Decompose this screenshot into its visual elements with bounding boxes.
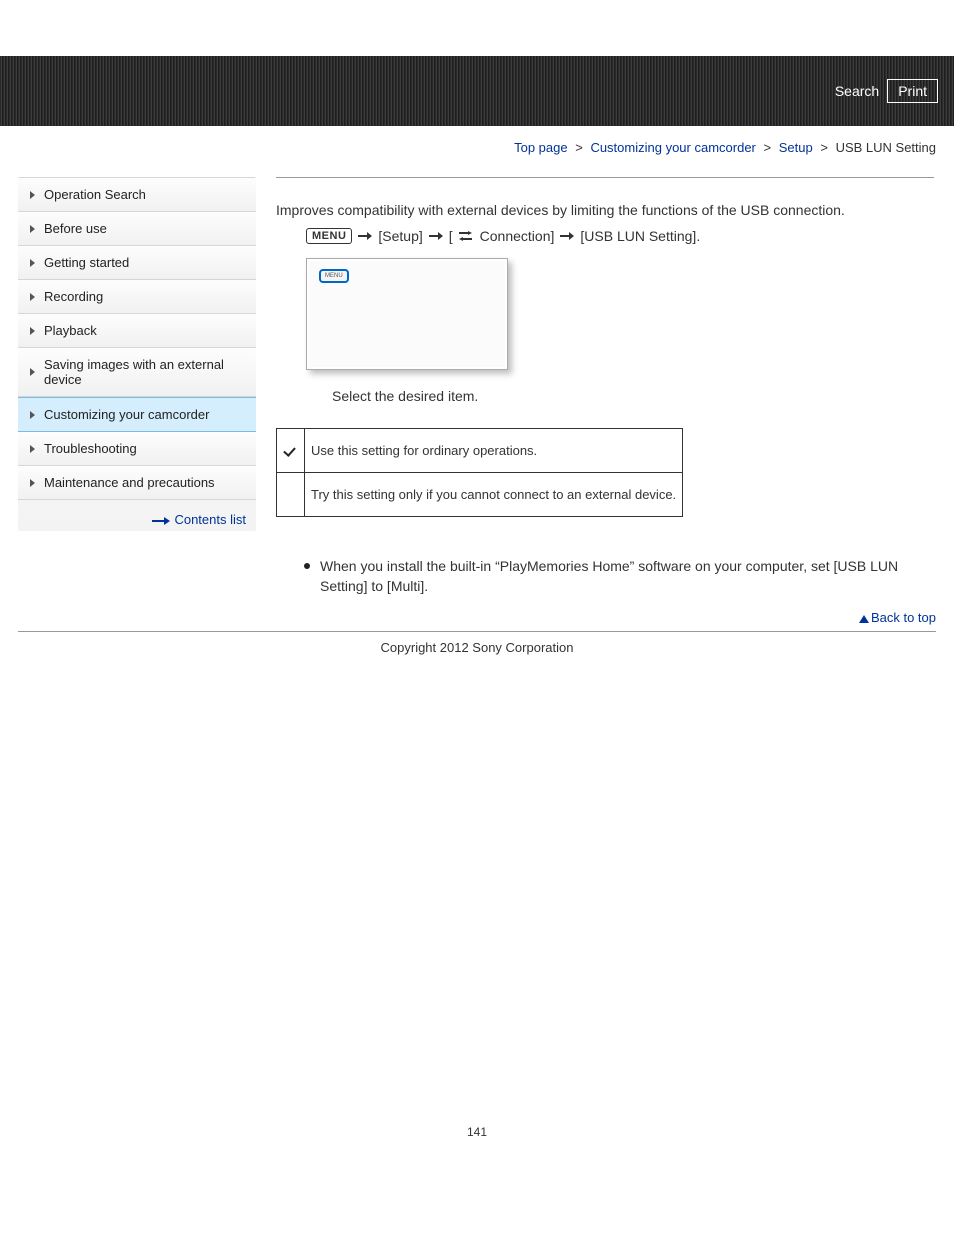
breadcrumb-link-customizing[interactable]: Customizing your camcorder — [590, 140, 755, 155]
sidebar-item-customizing[interactable]: Customizing your camcorder — [18, 397, 256, 432]
breadcrumb-link-top[interactable]: Top page — [514, 140, 568, 155]
back-to-top-row: Back to top — [0, 604, 954, 629]
sidebar-item-label: Operation Search — [44, 187, 146, 202]
setting-icon-cell — [277, 473, 305, 517]
chevron-right-icon — [30, 191, 35, 199]
path-connection-prefix: [ — [449, 228, 453, 244]
sidebar-item-label: Playback — [44, 323, 97, 338]
table-row: Use this setting for ordinary operations… — [277, 429, 683, 473]
menu-path: MENU [Setup] [ Connection] [USB LUN Setti… — [276, 228, 934, 244]
search-link[interactable]: Search — [835, 83, 879, 99]
sidebar-item-recording[interactable]: Recording — [18, 280, 256, 314]
chevron-right-icon — [30, 259, 35, 267]
sidebar-item-label: Troubleshooting — [44, 441, 137, 456]
default-setting-cell — [277, 429, 305, 473]
arrow-right-icon — [560, 232, 574, 240]
chevron-right-icon — [30, 368, 35, 376]
sidebar-item-before-use[interactable]: Before use — [18, 212, 256, 246]
chevron-right-icon — [30, 411, 35, 419]
main-content: Improves compatibility with external dev… — [276, 177, 936, 604]
sidebar-item-label: Saving images with an external device — [44, 357, 224, 387]
arrow-right-icon — [152, 518, 170, 524]
arrow-right-icon — [429, 232, 443, 240]
sidebar-item-label: Maintenance and precautions — [44, 475, 215, 490]
chevron-right-icon — [30, 445, 35, 453]
print-button[interactable]: Print — [887, 79, 938, 103]
check-icon — [284, 445, 298, 455]
page-number: 141 — [0, 695, 954, 1159]
contents-list-row: Contents list — [18, 500, 256, 531]
note-item: When you install the built-in “PlayMemor… — [304, 557, 934, 596]
note-text: When you install the built-in “PlayMemor… — [320, 557, 934, 596]
setting-description: Try this setting only if you cannot conn… — [305, 473, 683, 517]
contents-list-link[interactable]: Contents list — [174, 512, 246, 527]
breadcrumb-link-setup[interactable]: Setup — [779, 140, 813, 155]
menu-button-icon: MENU — [306, 228, 352, 244]
connection-icon — [459, 231, 472, 242]
sidebar-item-maintenance[interactable]: Maintenance and precautions — [18, 466, 256, 500]
sidebar-item-label: Getting started — [44, 255, 129, 270]
sidebar-item-playback[interactable]: Playback — [18, 314, 256, 348]
breadcrumb: Top page > Customizing your camcorder > … — [0, 126, 954, 177]
sidebar-item-troubleshooting[interactable]: Troubleshooting — [18, 432, 256, 466]
triangle-up-icon — [859, 615, 869, 623]
chevron-right-icon — [30, 327, 35, 335]
path-final: [USB LUN Setting]. — [580, 228, 700, 244]
sidebar-item-getting-started[interactable]: Getting started — [18, 246, 256, 280]
intro-text: Improves compatibility with external dev… — [276, 202, 934, 218]
arrow-right-icon — [358, 232, 372, 240]
notes-list: When you install the built-in “PlayMemor… — [276, 557, 934, 596]
path-setup: [Setup] — [378, 228, 422, 244]
back-to-top-link[interactable]: Back to top — [871, 610, 936, 625]
breadcrumb-sep: > — [764, 140, 772, 155]
sidebar-item-label: Customizing your camcorder — [44, 407, 209, 422]
sidebar: Operation Search Before use Getting star… — [18, 177, 256, 531]
header-bar: Search Print — [0, 56, 954, 126]
settings-table: Use this setting for ordinary operations… — [276, 428, 683, 517]
chevron-right-icon — [30, 479, 35, 487]
setting-description: Use this setting for ordinary operations… — [305, 429, 683, 473]
chevron-right-icon — [30, 225, 35, 233]
divider — [276, 177, 934, 178]
table-row: Try this setting only if you cannot conn… — [277, 473, 683, 517]
sidebar-item-operation-search[interactable]: Operation Search — [18, 178, 256, 212]
sidebar-item-label: Before use — [44, 221, 107, 236]
breadcrumb-current: USB LUN Setting — [836, 140, 936, 155]
sidebar-item-saving-images[interactable]: Saving images with an external device — [18, 348, 256, 397]
path-connection: Connection] — [480, 228, 555, 244]
breadcrumb-sep: > — [820, 140, 828, 155]
bullet-icon — [304, 563, 310, 569]
instruction-text: Select the desired item. — [276, 388, 934, 404]
breadcrumb-sep: > — [575, 140, 583, 155]
copyright-text: Copyright 2012 Sony Corporation — [0, 638, 954, 695]
screen-illustration: MENU — [306, 258, 508, 370]
divider — [18, 631, 936, 632]
sidebar-item-label: Recording — [44, 289, 103, 304]
chevron-right-icon — [30, 293, 35, 301]
screen-menu-highlight: MENU — [319, 269, 349, 283]
